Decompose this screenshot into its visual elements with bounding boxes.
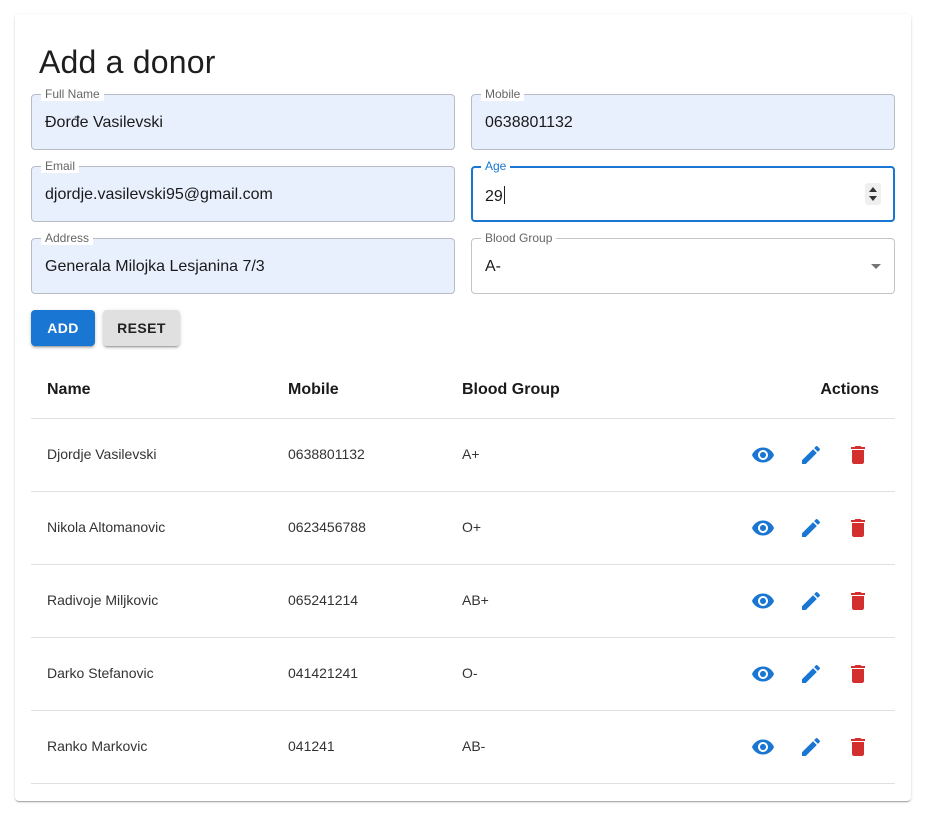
pencil-icon[interactable]	[799, 516, 823, 540]
full-name-value: Đorđe Vasilevski	[45, 114, 163, 131]
table-row: Darko Stefanovic 041421241 O-	[31, 638, 895, 711]
eye-icon[interactable]	[751, 662, 775, 686]
donor-name: Radivoje Miljkovic	[47, 592, 159, 608]
header-name: Name	[47, 381, 91, 398]
mobile-field[interactable]: Mobile 0638801132	[471, 87, 895, 150]
eye-icon[interactable]	[751, 516, 775, 540]
trash-icon[interactable]	[846, 516, 870, 540]
pencil-icon[interactable]	[799, 662, 823, 686]
add-button[interactable]: ADD	[31, 310, 95, 346]
pencil-icon[interactable]	[799, 589, 823, 613]
age-value: 29	[485, 188, 503, 205]
age-value-wrap: 29	[485, 186, 505, 206]
table-row: Djordje Vasilevski 0638801132 A+	[31, 419, 895, 492]
page-title: Add a donor	[39, 44, 216, 80]
donor-name: Nikola Altomanovic	[47, 519, 166, 535]
address-field[interactable]: Address Generala Milojka Lesjanina 7/3	[31, 231, 455, 294]
table-row: Nikola Altomanovic 0623456788 O+	[31, 492, 895, 565]
donor-blood-group: AB-	[462, 738, 486, 754]
table-header: Name Mobile Blood Group Actions	[31, 360, 895, 419]
blood-group-value: A-	[485, 258, 501, 275]
trash-icon[interactable]	[846, 662, 870, 686]
donor-mobile: 0638801132	[288, 446, 365, 462]
donor-blood-group: O+	[462, 519, 482, 535]
trash-icon[interactable]	[846, 443, 870, 467]
email-value: djordje.vasilevski95@gmail.com	[45, 186, 273, 203]
email-label: Email	[41, 159, 80, 173]
donor-name: Djordje Vasilevski	[47, 446, 157, 462]
age-field[interactable]: Age 29	[471, 159, 895, 222]
mobile-value: 0638801132	[485, 114, 573, 131]
donor-blood-group: A+	[462, 446, 480, 462]
donor-mobile: 041241	[288, 738, 335, 754]
email-field[interactable]: Email djordje.vasilevski95@gmail.com	[31, 159, 455, 222]
eye-icon[interactable]	[751, 589, 775, 613]
pencil-icon[interactable]	[799, 735, 823, 759]
donor-blood-group: O-	[462, 665, 478, 681]
donor-mobile: 065241214	[288, 592, 359, 608]
age-stepper[interactable]	[865, 183, 881, 205]
trash-icon[interactable]	[846, 589, 870, 613]
reset-button[interactable]: RESET	[103, 310, 180, 346]
header-actions: Actions	[820, 381, 879, 398]
dropdown-arrow-icon[interactable]	[871, 264, 881, 269]
stepper-up-icon[interactable]	[869, 187, 877, 192]
table-row: Ranko Markovic 041241 AB-	[31, 711, 895, 784]
donor-name: Ranko Markovic	[47, 738, 148, 754]
eye-icon[interactable]	[751, 443, 775, 467]
add-donor-card: Add a donor Full Name Đorđe Vasilevski M…	[15, 14, 911, 801]
blood-group-label: Blood Group	[481, 231, 557, 245]
address-label: Address	[41, 231, 94, 245]
donor-mobile: 0623456788	[288, 519, 366, 535]
eye-icon[interactable]	[751, 735, 775, 759]
stepper-down-icon[interactable]	[869, 196, 877, 201]
age-label: Age	[481, 159, 511, 173]
trash-icon[interactable]	[846, 735, 870, 759]
donor-mobile: 041421241	[288, 665, 359, 681]
full-name-field[interactable]: Full Name Đorđe Vasilevski	[31, 87, 455, 150]
donor-name: Darko Stefanovic	[47, 665, 154, 681]
table-row: Radivoje Miljkovic 065241214 AB+	[31, 565, 895, 638]
header-mobile: Mobile	[288, 381, 339, 398]
mobile-label: Mobile	[481, 87, 525, 101]
donor-blood-group: AB+	[462, 592, 489, 608]
text-caret	[503, 186, 505, 204]
full-name-label: Full Name	[41, 87, 104, 101]
donors-table: Name Mobile Blood Group Actions Djordje …	[31, 360, 895, 784]
blood-group-select[interactable]: Blood Group A-	[471, 231, 895, 294]
table-body: Djordje Vasilevski 0638801132 A+ Nikola Alt…	[31, 419, 895, 784]
pencil-icon[interactable]	[799, 443, 823, 467]
header-blood-group: Blood Group	[462, 381, 560, 398]
address-value: Generala Milojka Lesjanina 7/3	[45, 258, 265, 275]
